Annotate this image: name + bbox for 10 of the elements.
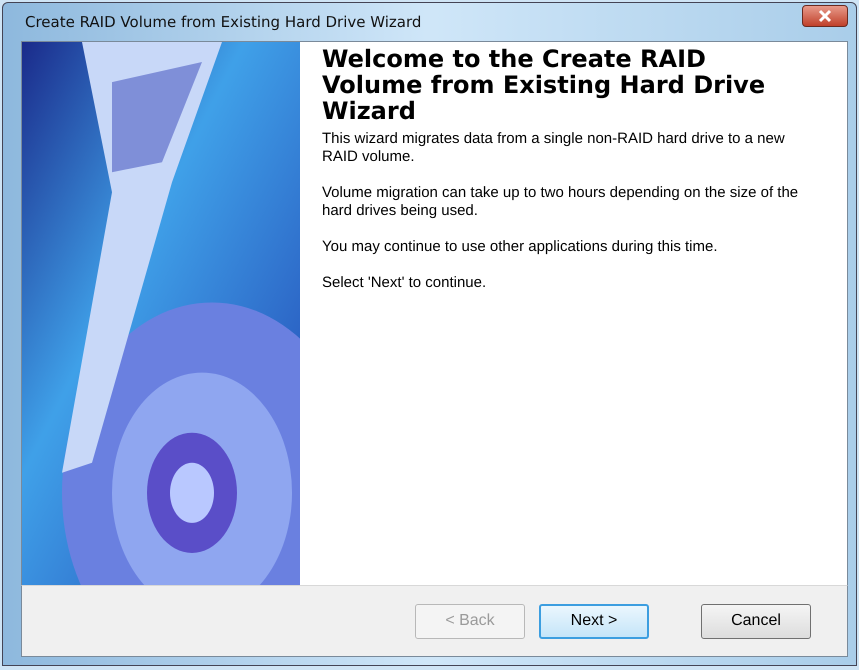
description-text: You may continue to use other applications during this time. (322, 238, 719, 256)
close-button[interactable] (802, 5, 848, 27)
close-icon (816, 9, 834, 23)
description-text: This wizard migrates data from a single non-RAID hard drive to a new RAID volume. (322, 130, 786, 166)
description-text: Volume migration can take up to two hours depending on the size of the hard drives being used. (322, 184, 800, 220)
wizard-heading: Welcome to the Create RAID Volume from Existing Hard Drive Wizard (322, 46, 766, 124)
cancel-button[interactable]: Cancel (701, 604, 811, 638)
window-title: Create RAID Volume from Existing Hard Drive Wizard (24, 13, 422, 31)
next-button[interactable]: Next > (539, 604, 649, 638)
description-text: Select 'Next' to continue. (322, 274, 488, 292)
